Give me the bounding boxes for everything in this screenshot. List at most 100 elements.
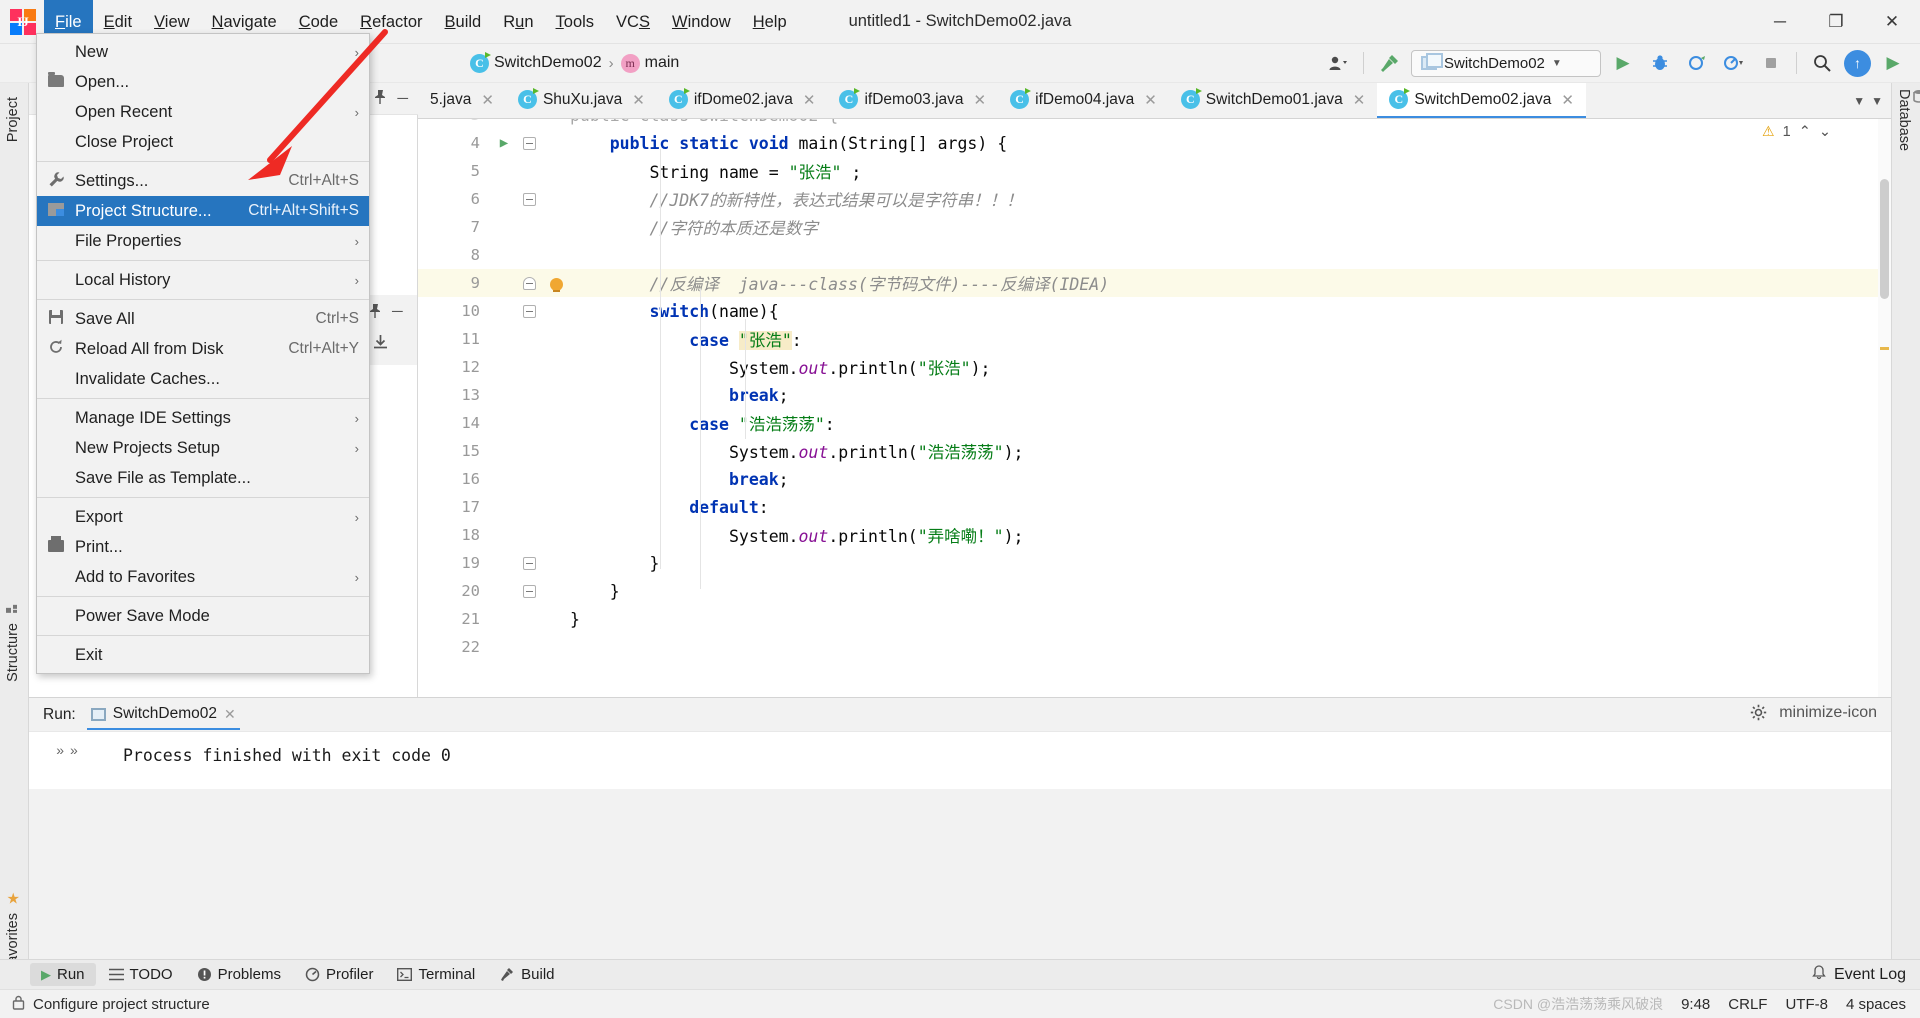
code-text[interactable]: public class SwitchDemo02 { [570,119,1891,125]
run-configuration-selector[interactable]: SwitchDemo02 ▼ [1411,49,1601,77]
code-text[interactable]: } [570,582,1891,601]
menu-help[interactable]: Help [742,0,798,44]
breadcrumb-method[interactable]: main [645,54,680,72]
code-text[interactable]: System.out.println("弄啥嘞！"); [570,523,1891,547]
code-text[interactable]: case "浩浩荡荡": [570,411,1891,435]
menu-item-invalidate-caches[interactable]: Invalidate Caches... [37,364,369,394]
code-fold-icon[interactable] [516,276,542,291]
maximize-button[interactable]: ❐ [1808,0,1864,44]
code-line[interactable]: 16 break; [418,465,1891,493]
code-line[interactable]: 12 System.out.println("张浩"); [418,353,1891,381]
close-icon[interactable]: ✕ [1144,91,1157,109]
code-fold-icon[interactable] [516,556,542,571]
menu-tools[interactable]: Tools [545,0,606,44]
close-icon[interactable]: ✕ [1561,91,1574,109]
code-editor[interactable]: ⚠ 1 ⌃ ⌄ 3public class SwitchDemo02 {4▶ p… [418,119,1891,697]
menu-item-print[interactable]: Print... [37,532,369,562]
file-menu-popup[interactable]: New › Open... Open Recent › Close Project Sett… [36,33,370,674]
close-icon[interactable]: ✕ [974,91,987,109]
editor-tab-ifdome02-java[interactable]: CifDome02.java ✕ [657,83,828,118]
menu-item-reload-all-from-disk[interactable]: Reload All from Disk Ctrl+Alt+Y [37,334,369,364]
line-separator[interactable]: CRLF [1728,996,1767,1013]
expand-all-icon[interactable] [372,333,389,355]
search-icon[interactable] [1807,48,1837,78]
menu-build[interactable]: Build [434,0,493,44]
code-text[interactable]: //JDK7的新特性，表达式结果可以是字符串！！！ [570,187,1891,211]
event-log-label[interactable]: Event Log [1834,966,1906,984]
close-icon[interactable]: ✕ [1353,91,1366,109]
editor-scrollbar-thumb[interactable] [1880,179,1889,299]
menu-item-power-save-mode[interactable]: Power Save Mode [37,601,369,631]
hide-panel-icon[interactable]: ─ [397,90,408,107]
bottom-bar-right[interactable]: Event Log [1812,964,1920,985]
bottom-tool-window-bar[interactable]: ▶ Run TODO Problems Profiler Terminal Build Eve… [0,959,1920,989]
sidebar-item-structure[interactable]: Structure [5,593,21,690]
hammer-icon[interactable] [1374,48,1404,78]
code-text[interactable]: default: [570,498,1891,517]
editor-tab-bar[interactable]: 5.java ✕ C ShuXu.java ✕ CifDome02.java ✕ CifDem… [418,83,1891,119]
caret-position[interactable]: 9:48 [1681,996,1710,1013]
bottom-tab-build[interactable]: Build [488,963,565,986]
editor-warning-marker[interactable] [1880,347,1889,350]
minimize-button[interactable]: ─ [1752,0,1808,44]
code-text[interactable]: switch(name){ [570,302,1891,321]
pin-icon[interactable] [373,89,387,109]
code-text[interactable]: } [570,610,1891,629]
run-tool-window-header[interactable]: Run: SwitchDemo02 ✕ minimize-icon [29,698,1891,732]
close-button[interactable]: ✕ [1864,0,1920,44]
minimize-icon[interactable]: minimize-icon [1779,704,1877,725]
bottom-tab-problems[interactable]: Problems [186,963,292,986]
menu-window[interactable]: Window [661,0,742,44]
code-line[interactable]: 18 System.out.println("弄啥嘞！"); [418,521,1891,549]
expand-chevrons-icon-2[interactable]: » [70,742,78,758]
editor-tab-ifdemo03-java[interactable]: CifDemo03.java ✕ [827,83,998,118]
code-fold-icon[interactable] [516,136,542,151]
code-text[interactable]: System.out.println("浩浩荡荡"); [570,439,1891,463]
sidebar-item-database[interactable]: Database [1896,89,1920,151]
code-line[interactable]: 17 default: [418,493,1891,521]
run-icon[interactable]: ▶ [1608,48,1638,78]
menu-item-open-recent[interactable]: Open Recent › [37,97,369,127]
gutter-run-icon[interactable]: ▶ [492,135,516,151]
menu-item-close-project[interactable]: Close Project [37,127,369,157]
menu-item-export[interactable]: Export › [37,502,369,532]
menu-item-project-structure[interactable]: Project Structure... Ctrl+Alt+Shift+S [37,196,369,226]
window-controls[interactable]: ─ ❐ ✕ [1752,0,1920,44]
code-lines[interactable]: 3 public class SwitchDemo02 {4 ▶ public st… [418,119,1891,697]
editor-tab-5-java[interactable]: 5.java ✕ [418,83,506,118]
coverage-icon[interactable] [1682,48,1712,78]
code-text[interactable]: //反编译 java---class(字节码文件)----反编译(IDEA) [570,271,1891,295]
menu-item-exit[interactable]: Exit [37,640,369,670]
run-side-toolbar[interactable]: » » [29,732,105,790]
update-icon[interactable]: ↑ [1844,49,1871,77]
breadcrumb[interactable]: C SwitchDemo02 › m main [470,51,680,73]
intention-bulb-icon[interactable] [542,274,570,293]
code-line[interactable]: 4 ▶ public static void main(String[] args… [418,129,1891,157]
close-icon[interactable]: ✕ [224,706,236,723]
file-encoding[interactable]: UTF-8 [1785,996,1828,1013]
bottom-tab-terminal[interactable]: Terminal [386,963,486,986]
right-tool-strip[interactable]: Database [1891,83,1920,989]
left-tool-strip[interactable]: Project Structure Favorites ★ [0,83,29,989]
menu-item-new[interactable]: New › [37,37,369,67]
code-text[interactable]: break; [570,470,1891,489]
menu-item-manage-ide-settings[interactable]: Manage IDE Settings › [37,403,369,433]
code-text[interactable]: String name = "张浩" ; [570,159,1891,183]
breadcrumb-class[interactable]: SwitchDemo02 [494,54,602,72]
stop-icon[interactable] [1756,48,1786,78]
code-line[interactable]: 15 System.out.println("浩浩荡荡"); [418,437,1891,465]
run-tab[interactable]: SwitchDemo02 ✕ [86,699,240,730]
menu-item-save-all[interactable]: Save All Ctrl+S [37,304,369,334]
code-line[interactable]: 6 //JDK7的新特性，表达式结果可以是字符串！！！ [418,185,1891,213]
code-line[interactable]: 21} [418,605,1891,633]
code-line[interactable]: 8 [418,241,1891,269]
code-line[interactable]: 14 case "浩浩荡荡": [418,409,1891,437]
main-toolbar-actions[interactable]: SwitchDemo02 ▼ ▶ ↑ ▶ [1323,48,1920,78]
menu-item-add-to-favorites[interactable]: Add to Favorites › [37,562,369,592]
account-icon[interactable] [1323,48,1353,78]
collapse-icon[interactable]: ─ [392,303,403,320]
bottom-tab-run[interactable]: ▶ Run [30,963,96,986]
profile-icon[interactable] [1719,48,1749,78]
code-line[interactable]: 11 case "张浩": [418,325,1891,353]
menu-run[interactable]: Run [492,0,544,44]
